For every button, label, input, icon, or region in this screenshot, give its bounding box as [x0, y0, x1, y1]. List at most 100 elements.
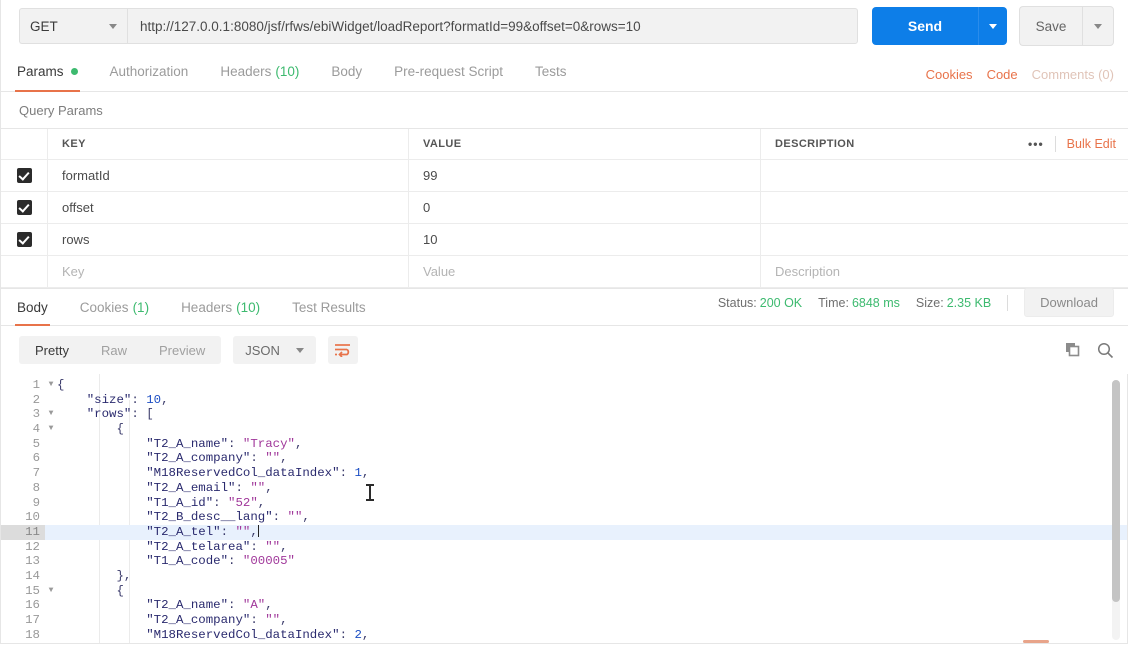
tab-pre-request-script-label: Pre-request Script: [394, 64, 503, 79]
line-number: 17: [25, 613, 40, 627]
chevron-down-icon: [109, 23, 117, 29]
more-options-icon[interactable]: •••: [1028, 137, 1044, 151]
cookies-link[interactable]: Cookies: [926, 67, 973, 82]
view-mode-pretty[interactable]: Pretty: [19, 336, 85, 364]
search-button[interactable]: [1097, 342, 1114, 359]
row-value-cell[interactable]: 99: [409, 160, 761, 191]
tab-test-results[interactable]: Test Results: [276, 289, 382, 325]
url-input[interactable]: http://127.0.0.1:8080/jsf/rfws/ebiWidget…: [127, 8, 858, 44]
new-param-value-input[interactable]: Value: [409, 256, 761, 287]
http-method-select[interactable]: GET: [19, 8, 127, 44]
response-body-code-viewer[interactable]: 1 ▼{ 2 "size": 10, 3 ▼ "rows": [ 4 ▼ { 5 "T…: [0, 374, 1128, 644]
row-value-cell[interactable]: 0: [409, 192, 761, 223]
line-number: 3: [32, 407, 40, 422]
send-options-button[interactable]: [978, 7, 1007, 45]
tab-body[interactable]: Body: [315, 52, 378, 91]
tab-params[interactable]: Params: [1, 52, 94, 92]
tab-authorization-label: Authorization: [109, 64, 189, 79]
line-number: 11: [1, 524, 45, 540]
fold-toggle-icon[interactable]: ▼: [45, 422, 57, 437]
tab-response-cookies-label: Cookies: [79, 299, 129, 315]
bulk-edit-button[interactable]: Bulk Edit: [1067, 137, 1116, 151]
row-key-cell[interactable]: rows: [48, 224, 409, 255]
code-line: 4 ▼ {: [1, 422, 1128, 437]
code-line: 18 "M18ReservedCol_dataIndex": 2,: [1, 628, 1128, 643]
new-param-description-input[interactable]: Description: [761, 256, 1128, 287]
wrap-lines-button[interactable]: [327, 336, 358, 364]
row-key-text: offset: [62, 200, 94, 215]
row-key-cell[interactable]: offset: [48, 192, 409, 223]
tab-response-cookies-count: (1): [132, 299, 150, 315]
row-description-cell[interactable]: [761, 192, 1128, 223]
http-method-label: GET: [30, 18, 58, 34]
tab-authorization[interactable]: Authorization: [94, 52, 205, 91]
divider: [1007, 294, 1009, 311]
send-button[interactable]: Send: [872, 7, 978, 45]
code-link[interactable]: Code: [987, 67, 1018, 82]
request-tabs-actions: Cookies Code Comments (0): [926, 67, 1114, 91]
fold-toggle-icon[interactable]: ▼: [45, 407, 57, 422]
code-text: "T2_A_company": "",: [57, 451, 288, 466]
response-tabs: Body Cookies (1) Headers (10) Test Resul…: [0, 288, 1128, 326]
query-params-table: KEY VALUE DESCRIPTION ••• Bulk Edit form…: [0, 128, 1128, 288]
line-number: 4: [32, 422, 40, 437]
table-header-actions: ••• Bulk Edit: [1028, 136, 1116, 152]
view-mode-group: Pretty Raw Preview: [19, 336, 222, 364]
fold-toggle-icon[interactable]: ▼: [45, 584, 57, 599]
row-value-cell[interactable]: 10: [409, 224, 761, 255]
tab-response-headers[interactable]: Headers (10): [165, 289, 276, 325]
code-text: "T2_A_telarea": "",: [57, 539, 288, 554]
code-text: "M18ReservedCol_dataIndex": 1,: [57, 466, 370, 481]
header-check-cell: [1, 129, 48, 159]
comments-link[interactable]: Comments (0): [1032, 67, 1114, 82]
row-checkbox[interactable]: [16, 232, 32, 247]
new-param-value-placeholder: Value: [423, 264, 456, 279]
tab-response-body[interactable]: Body: [1, 289, 64, 326]
row-checkbox-cell: [1, 192, 48, 223]
row-description-cell[interactable]: [761, 160, 1128, 191]
tab-response-cookies[interactable]: Cookies (1): [64, 289, 165, 325]
code-text: "T2_B_desc__lang": "",: [57, 510, 310, 525]
code-text: "T2_A_tel": "",: [57, 524, 259, 539]
column-header-description-cell: DESCRIPTION ••• Bulk Edit: [761, 129, 1128, 159]
save-button[interactable]: Save: [1019, 6, 1082, 46]
line-number: 1: [32, 378, 40, 392]
copy-button[interactable]: [1065, 342, 1081, 358]
code-line: 13 "T1_A_code": "00005": [1, 554, 1128, 569]
download-button[interactable]: Download: [1024, 288, 1114, 317]
row-key-cell[interactable]: formatId: [48, 160, 409, 191]
save-options-button[interactable]: [1082, 6, 1114, 46]
row-description-cell[interactable]: [761, 224, 1128, 255]
row-checkbox-cell: [1, 160, 48, 191]
status-badge: Status: 200 OK: [718, 296, 802, 310]
code-text: {: [57, 378, 65, 392]
tab-pre-request-script[interactable]: Pre-request Script: [378, 52, 519, 91]
request-url-bar: GET http://127.0.0.1:8080/jsf/rfws/ebiWi…: [0, 0, 1128, 52]
code-line: 12 "T2_A_telarea": "",: [1, 540, 1128, 555]
request-tabs-list: Params Authorization Headers (10) Body P…: [1, 52, 583, 92]
line-number: 7: [32, 466, 40, 481]
code-text: "T1_A_code": "00005": [57, 554, 295, 569]
tab-tests[interactable]: Tests: [519, 52, 583, 91]
row-value-text: 0: [423, 200, 431, 215]
row-key-text: rows: [62, 232, 90, 247]
response-body-actions: [1065, 342, 1114, 359]
tab-tests-label: Tests: [534, 64, 567, 79]
tab-headers[interactable]: Headers (10): [204, 52, 315, 91]
view-mode-raw[interactable]: Raw: [85, 336, 143, 364]
new-param-key-input[interactable]: Key: [48, 256, 409, 287]
fold-toggle-icon[interactable]: ▼: [45, 378, 57, 393]
code-text: "T1_A_id": "52",: [57, 495, 266, 510]
code-text: "T2_A_email": "",: [57, 480, 273, 495]
view-mode-preview[interactable]: Preview: [143, 336, 221, 364]
table-row: offset 0: [1, 192, 1128, 224]
size-value: 2.35 KB: [946, 295, 992, 310]
response-format-select[interactable]: JSON: [233, 336, 316, 364]
row-value-text: 10: [423, 232, 438, 247]
code-line-highlighted: 11 "T2_A_tel": "",: [1, 524, 1128, 540]
vertical-scrollbar-thumb[interactable]: [1112, 380, 1120, 602]
code-line: 17 "T2_A_company": "",: [1, 613, 1128, 628]
code-text: "T2_A_name": "A",: [57, 598, 273, 613]
row-checkbox[interactable]: [16, 200, 32, 215]
row-checkbox[interactable]: [16, 168, 32, 183]
